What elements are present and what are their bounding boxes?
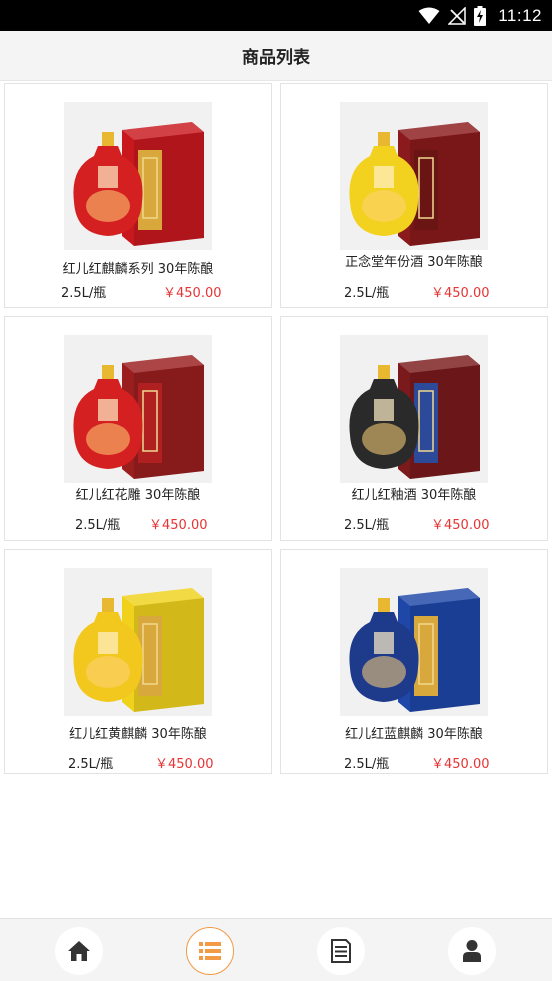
product-illustration <box>73 588 204 712</box>
product-illustration <box>349 588 480 712</box>
product-card[interactable]: 红儿红花雕 30年陈酿 2.5L/瓶 ￥450.00 <box>4 316 272 541</box>
bottle-label <box>374 166 394 188</box>
product-price: ￥450.00 <box>155 757 214 772</box>
product-unit: 2.5L/瓶 <box>344 286 390 301</box>
product-unit: 2.5L/瓶 <box>75 518 121 533</box>
product-price: ￥450.00 <box>431 286 490 301</box>
bottle-cap <box>378 132 390 146</box>
product-image <box>340 335 488 483</box>
bottle-label <box>98 166 118 188</box>
bottle-label <box>98 632 118 654</box>
status-bar: 11:12 <box>0 0 552 31</box>
bottle-label <box>98 399 118 421</box>
bottle-decoration <box>362 656 406 688</box>
tab-profile[interactable] <box>448 927 496 975</box>
home-icon <box>68 941 90 961</box>
bottle-cap <box>378 365 390 379</box>
product-name: 红儿红麒麟系列 30年陈酿 <box>62 262 214 277</box>
status-icons: 11:12 <box>418 4 542 28</box>
clock: 11:12 <box>498 6 542 25</box>
product-name: 红儿红釉酒 30年陈酿 <box>351 488 477 503</box>
product-price: ￥450.00 <box>163 286 222 301</box>
bottom-tab-bar <box>0 918 552 981</box>
bottle-cap <box>102 365 114 379</box>
product-card[interactable]: 红儿红黄麒麟 30年陈酿 2.5L/瓶 ￥450.00 <box>4 549 272 774</box>
product-unit: 2.5L/瓶 <box>61 286 107 301</box>
product-name: 红儿红蓝麒麟 30年陈酿 <box>345 727 483 742</box>
header: 商品列表 <box>0 31 552 81</box>
bottle-label <box>374 399 394 421</box>
bottle-decoration <box>362 423 406 455</box>
product-image <box>340 102 488 250</box>
list-icon <box>199 942 221 960</box>
page-title: 商品列表 <box>242 48 310 68</box>
product-illustration <box>73 355 204 479</box>
product-name: 红儿红黄麒麟 30年陈酿 <box>69 727 207 742</box>
product-price: ￥450.00 <box>431 757 490 772</box>
user-icon <box>463 940 481 962</box>
product-card[interactable]: 红儿红麒麟系列 30年陈酿 2.5L/瓶 ￥450.00 <box>4 83 272 308</box>
tab-orders[interactable] <box>317 927 365 975</box>
product-unit: 2.5L/瓶 <box>344 518 390 533</box>
product-card[interactable]: 红儿红蓝麒麟 30年陈酿 2.5L/瓶 ￥450.00 <box>280 549 548 774</box>
product-illustration <box>73 122 204 246</box>
product-image <box>64 568 212 716</box>
bottle-decoration <box>86 656 130 688</box>
product-name: 正念堂年份酒 30年陈酿 <box>345 255 483 270</box>
bottle-decoration <box>86 190 130 222</box>
product-card[interactable]: 正念堂年份酒 30年陈酿 2.5L/瓶 ￥450.00 <box>280 83 548 308</box>
product-image <box>64 335 212 483</box>
bottle-decoration <box>86 423 130 455</box>
wifi-icon <box>418 7 440 24</box>
document-icon <box>331 939 351 963</box>
product-illustration <box>349 355 480 479</box>
product-card[interactable]: 红儿红釉酒 30年陈酿 2.5L/瓶 ￥450.00 <box>280 316 548 541</box>
product-unit: 2.5L/瓶 <box>68 757 114 772</box>
battery-charging-icon <box>474 6 487 26</box>
product-price: ￥450.00 <box>149 518 208 533</box>
bottle-label <box>374 632 394 654</box>
bottle-cap <box>378 598 390 612</box>
product-image <box>64 102 212 250</box>
product-name: 红儿红花雕 30年陈酿 <box>75 488 201 503</box>
product-illustration <box>349 122 480 246</box>
no-signal-icon <box>448 7 466 25</box>
product-unit: 2.5L/瓶 <box>344 757 390 772</box>
product-image <box>340 568 488 716</box>
tab-home[interactable] <box>55 927 103 975</box>
tab-list[interactable] <box>186 927 234 975</box>
bottle-cap <box>102 132 114 146</box>
product-price: ￥450.00 <box>431 518 490 533</box>
bottle-decoration <box>362 190 406 222</box>
bottle-cap <box>102 598 114 612</box>
